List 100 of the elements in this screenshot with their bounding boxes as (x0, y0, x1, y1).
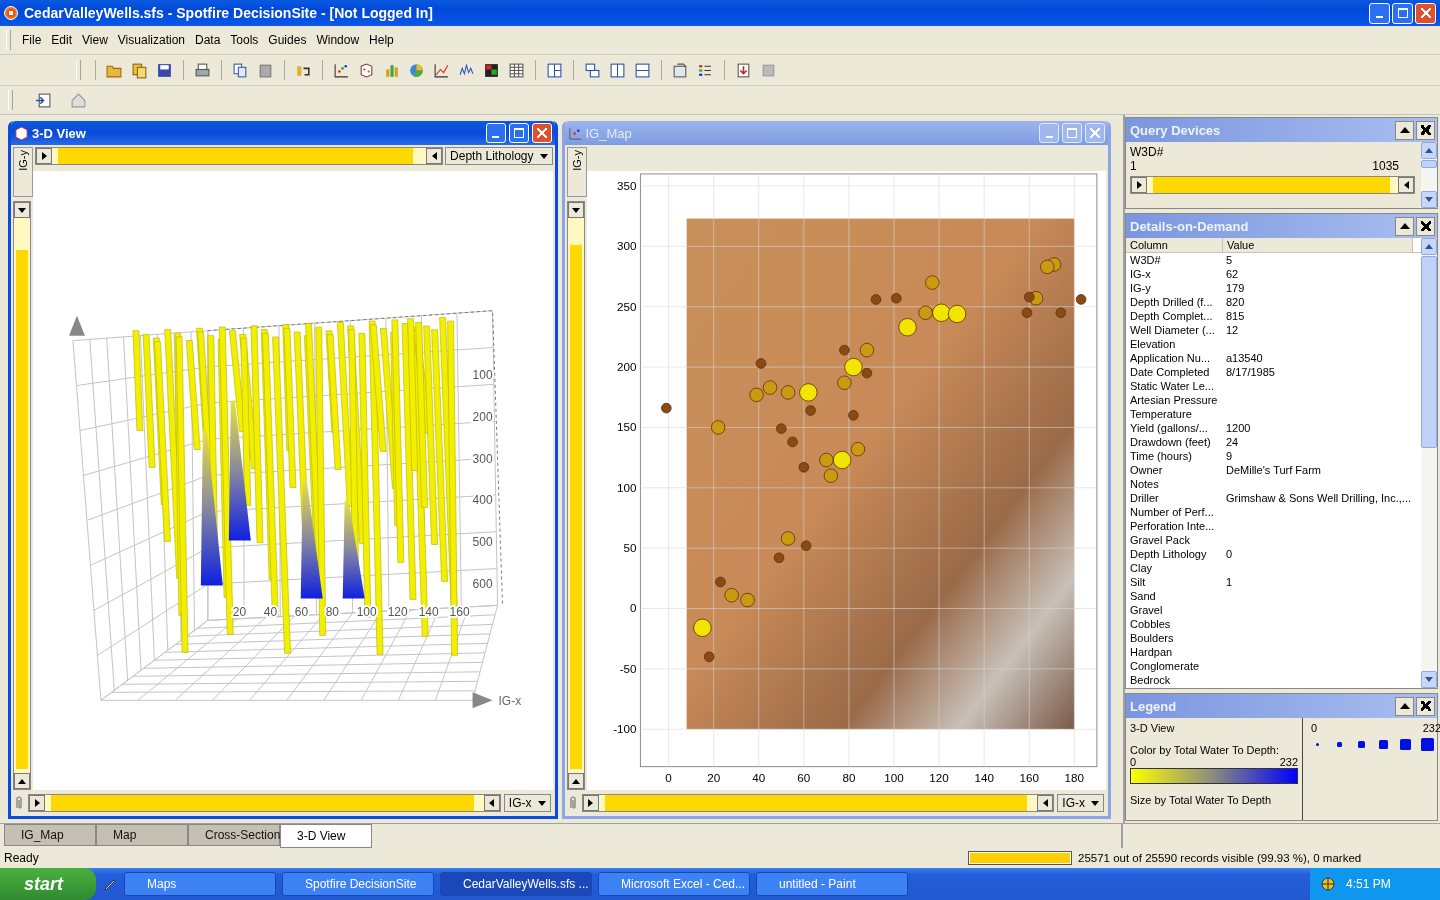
well-marker[interactable] (1023, 291, 1034, 303)
taskbar-button[interactable]: Spotfire DecisionSite (282, 872, 434, 896)
menu-item[interactable]: Data (190, 33, 226, 47)
well-marker[interactable] (692, 618, 712, 637)
paperclip-icon[interactable] (13, 795, 25, 811)
menu-item[interactable]: Tools (225, 33, 264, 47)
well-marker[interactable] (838, 344, 850, 356)
well-marker[interactable] (1039, 259, 1054, 275)
range-slider[interactable] (1130, 176, 1415, 194)
close-button[interactable] (1416, 696, 1435, 716)
well-marker[interactable] (780, 385, 795, 400)
well-marker[interactable] (859, 342, 874, 358)
well-marker[interactable] (1055, 307, 1066, 318)
collapse-button[interactable] (1395, 120, 1414, 140)
column-header[interactable]: Column (1126, 238, 1223, 253)
well-marker[interactable] (798, 462, 809, 473)
slider-handle[interactable] (1131, 177, 1147, 193)
x-axis-dropdown[interactable]: IG-x (503, 794, 551, 812)
well-marker[interactable] (897, 318, 917, 337)
well-marker[interactable] (714, 576, 726, 588)
well-marker[interactable] (786, 436, 798, 448)
well-marker[interactable] (850, 441, 865, 457)
scroll-up-button[interactable] (1421, 238, 1437, 255)
well-marker[interactable] (762, 380, 777, 395)
scroll-up-button[interactable] (1421, 142, 1437, 159)
slider-handle[interactable] (1398, 177, 1414, 193)
range-slider[interactable] (28, 794, 501, 812)
well-marker[interactable] (780, 531, 795, 546)
well-marker[interactable] (861, 367, 872, 379)
slider-handle[interactable] (426, 148, 443, 164)
well-marker[interactable] (703, 651, 714, 663)
menu-item[interactable]: Guides (263, 33, 312, 47)
slider-handle[interactable] (14, 202, 30, 218)
collapse-button[interactable] (1395, 216, 1414, 236)
depth-tick-label: 600 (472, 577, 493, 592)
menu-item[interactable]: Visualization (112, 33, 190, 47)
window-tab[interactable]: 3-D View (280, 824, 372, 848)
y-axis-selector[interactable]: IG-y (13, 147, 33, 197)
x-tick-label: 120 (387, 605, 408, 620)
well-marker[interactable] (1021, 307, 1032, 318)
x-tick-label: 120 (928, 771, 949, 785)
y-tick-label: 50 (623, 541, 636, 555)
close-button[interactable] (1416, 120, 1435, 140)
well-marker[interactable] (870, 294, 881, 305)
slider-handle[interactable] (29, 795, 45, 811)
well-marker[interactable] (890, 293, 901, 304)
well-marker[interactable] (843, 357, 863, 377)
well-marker[interactable] (773, 552, 784, 564)
range-slider[interactable] (35, 147, 444, 165)
well-marker[interactable] (800, 540, 811, 551)
well-marker[interactable] (748, 387, 764, 403)
well-marker[interactable] (724, 588, 739, 603)
menu-item[interactable]: File (17, 33, 47, 47)
status-text: Ready (4, 851, 40, 865)
taskbar-button[interactable]: CedarValleyWells.sfs ... (440, 872, 592, 896)
scroll-down-button[interactable] (1421, 191, 1437, 208)
panel-title: Legend (1130, 698, 1178, 714)
well-marker[interactable] (1075, 294, 1086, 305)
well-marker[interactable] (755, 358, 766, 369)
menu-item[interactable]: Edit (46, 33, 78, 47)
well-marker[interactable] (924, 275, 940, 290)
menu-item[interactable]: View (77, 33, 113, 47)
collapse-button[interactable] (1395, 696, 1414, 716)
slider-handle[interactable] (36, 148, 52, 164)
well-marker[interactable] (739, 592, 755, 608)
close-button[interactable] (1416, 216, 1435, 236)
range-slider[interactable] (13, 201, 31, 790)
globe-icon[interactable] (1320, 876, 1336, 892)
well-marker[interactable] (818, 452, 834, 468)
well-marker[interactable] (775, 423, 787, 434)
well-marker[interactable] (836, 375, 852, 390)
scroll-down-button[interactable] (1421, 671, 1437, 688)
taskbar-button[interactable]: Maps (124, 872, 276, 896)
well-marker[interactable] (798, 383, 817, 402)
window-tab[interactable]: IG_Map (4, 824, 96, 846)
slider-handle[interactable] (483, 795, 500, 811)
well-marker[interactable] (823, 468, 838, 483)
table-cell-text: Well Diameter (... (1129, 323, 1216, 337)
column-header[interactable]: Value (1223, 238, 1413, 253)
restore-button[interactable] (1392, 2, 1413, 24)
well-marker[interactable] (917, 305, 933, 320)
table-cell-text: Notes (1129, 477, 1160, 491)
color-column-dropdown[interactable]: Depth Lithology (445, 147, 553, 165)
table-cell-text: 5 (1225, 253, 1234, 267)
window-tab[interactable]: Cross-Section (188, 824, 280, 846)
taskbar-button[interactable]: untitled - Paint (756, 872, 908, 896)
well-marker[interactable] (847, 410, 859, 421)
menu-item[interactable]: Help (364, 33, 399, 47)
scrollbar-thumb[interactable] (1421, 160, 1437, 168)
well-marker[interactable] (660, 402, 672, 414)
scrollbar-thumb[interactable] (1421, 256, 1437, 448)
well-marker[interactable] (931, 303, 950, 322)
slider-handle[interactable] (14, 773, 30, 789)
well-marker[interactable] (947, 304, 966, 324)
well-marker[interactable] (804, 405, 816, 416)
menu-item[interactable]: Window (311, 33, 365, 47)
taskbar-button[interactable]: Microsoft Excel - Ced... (598, 872, 750, 896)
well-marker[interactable] (710, 420, 725, 435)
well-marker[interactable] (832, 450, 851, 470)
window-tab[interactable]: Map (96, 824, 188, 846)
